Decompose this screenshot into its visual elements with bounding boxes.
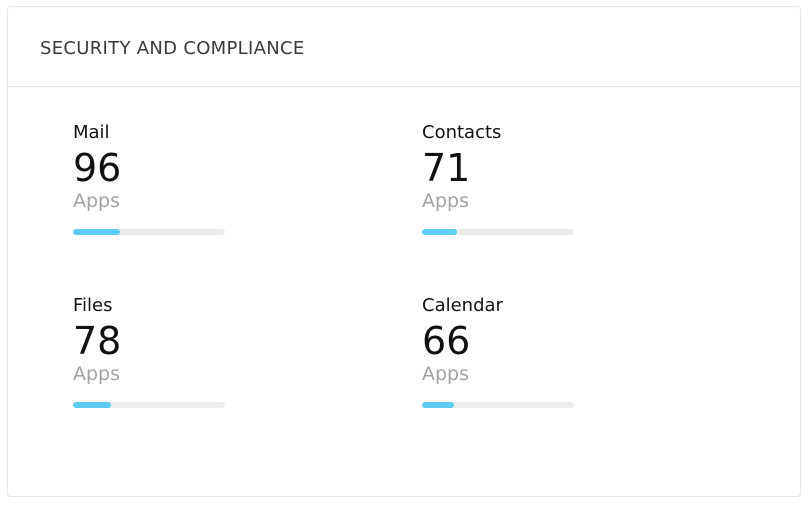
security-compliance-card: SECURITY AND COMPLIANCE Mail 96 Apps Con… xyxy=(7,6,801,497)
stat-unit: Apps xyxy=(422,363,470,385)
progress-fill xyxy=(422,402,454,408)
stat-value: 71 xyxy=(422,146,471,190)
card-title: SECURITY AND COMPLIANCE xyxy=(40,38,305,59)
progress-bar xyxy=(73,402,225,408)
stat-label: Files xyxy=(73,295,113,316)
stat-unit: Apps xyxy=(73,363,121,385)
stat-label: Contacts xyxy=(422,122,502,143)
stat-label: Mail xyxy=(73,122,110,143)
progress-fill xyxy=(73,229,121,235)
stat-contacts: Contacts 71 Apps xyxy=(422,121,574,235)
stat-unit: Apps xyxy=(422,190,470,212)
progress-bar xyxy=(422,402,574,408)
stat-mail: Mail 96 Apps xyxy=(73,121,225,235)
progress-bar xyxy=(422,229,574,235)
stat-value: 96 xyxy=(73,146,122,190)
stat-value: 78 xyxy=(73,319,122,363)
stat-calendar: Calendar 66 Apps xyxy=(422,294,574,408)
stat-unit: Apps xyxy=(73,190,121,212)
progress-fill xyxy=(73,402,111,408)
stat-label: Calendar xyxy=(422,295,503,316)
stat-files: Files 78 Apps xyxy=(73,294,225,408)
progress-bar xyxy=(73,229,225,235)
stat-value: 66 xyxy=(422,319,471,363)
card-header: SECURITY AND COMPLIANCE xyxy=(8,7,800,87)
progress-fill xyxy=(422,229,457,235)
